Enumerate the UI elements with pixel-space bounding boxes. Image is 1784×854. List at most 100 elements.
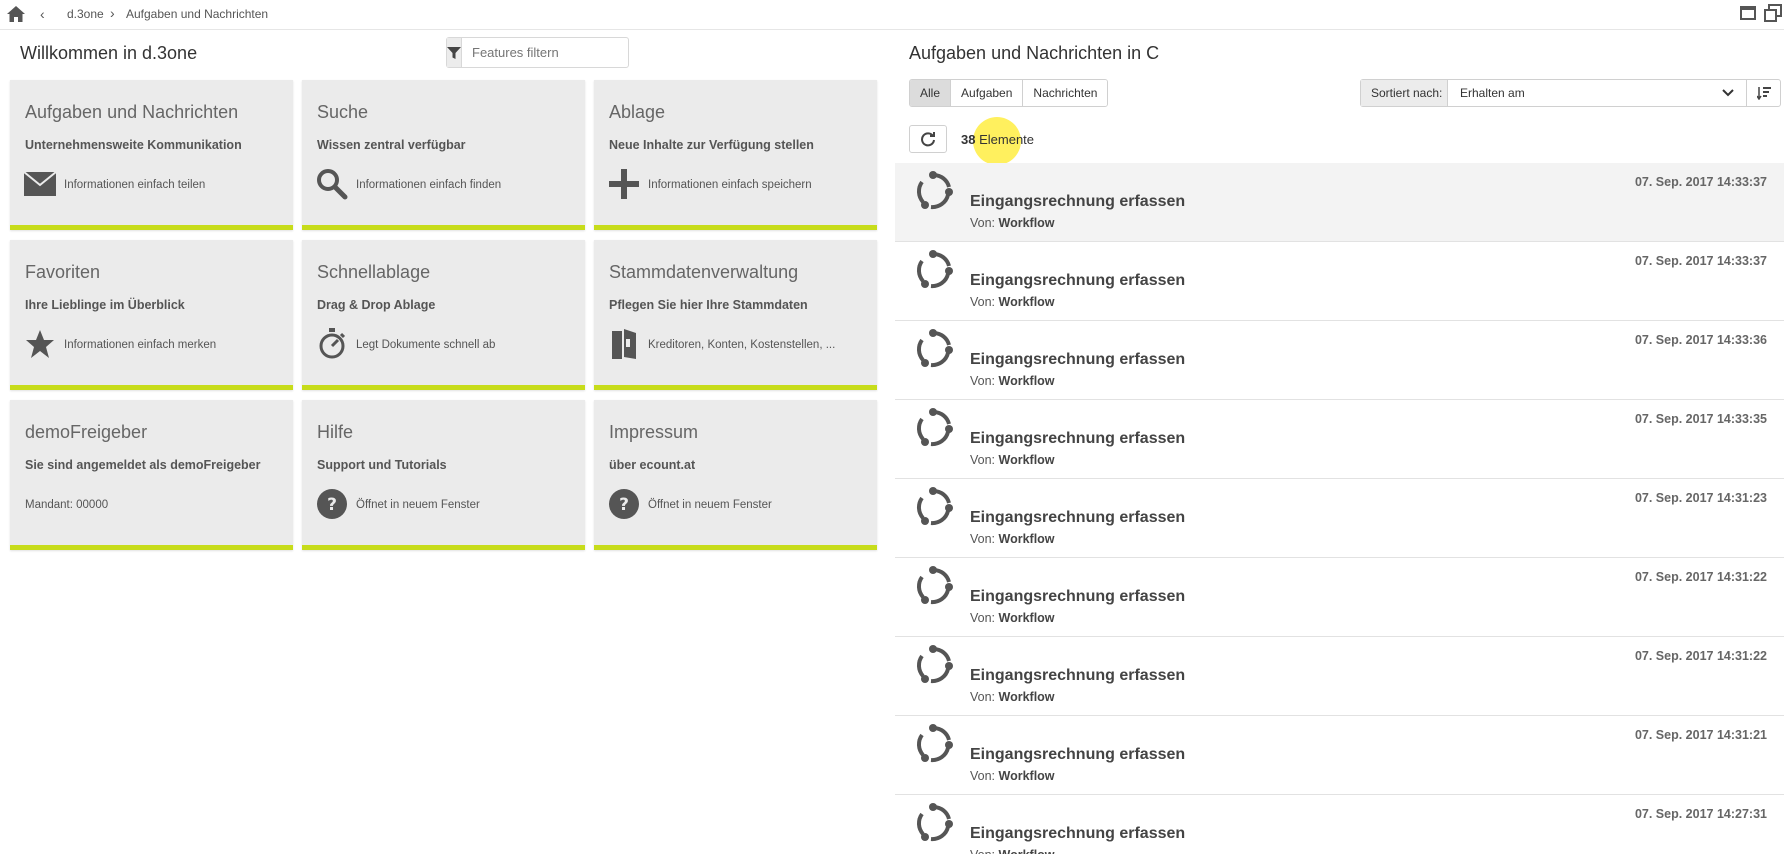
sort-select[interactable]: Erhalten am [1448, 80, 1746, 106]
back-chevron-icon[interactable]: ‹ [40, 6, 45, 22]
workflow-icon [913, 644, 955, 686]
tile-aufgaben[interactable]: Aufgaben und Nachrichten Unternehmenswei… [10, 80, 293, 230]
tile-title: demoFreigeber [25, 422, 148, 442]
task-title: Eingangsrechnung erfassen [970, 588, 1186, 605]
task-sender: Von: Workflow [970, 374, 1055, 388]
maximize-window-icon[interactable] [1740, 6, 1756, 20]
svg-text:?: ? [619, 495, 629, 515]
page-title: Willkommen in d.3one [20, 43, 198, 63]
tile-title: Impressum [609, 422, 699, 442]
plus-icon [608, 168, 640, 200]
tile-title: Aufgaben und Nachrichten [25, 102, 239, 122]
task-row[interactable]: Eingangsrechnung erfassen Von: Workflow 07… [895, 321, 1784, 400]
task-date: 07. Sep. 2017 14:31:21 [1634, 728, 1767, 742]
task-sender: Von: Workflow [970, 769, 1055, 783]
tile-text: Informationen einfach speichern [648, 179, 812, 191]
breadcrumb-item-d3one[interactable]: d.3one [67, 7, 104, 21]
workflow-icon [913, 723, 955, 765]
tab-nachrichten[interactable]: Nachrichten [1023, 80, 1108, 106]
breadcrumb-item-current: Aufgaben und Nachrichten [126, 7, 269, 21]
tile-schnellablage[interactable]: Schnellablage Drag & Drop Ablage Legt Do… [302, 240, 585, 390]
task-row[interactable]: Eingangsrechnung erfassen Von: Workflow 07… [895, 637, 1784, 716]
task-date: 07. Sep. 2017 14:33:35 [1634, 412, 1767, 426]
tile-favoriten[interactable]: Favoriten Ihre Lieblinge im Überblick In… [10, 240, 293, 390]
tile-subtitle: Sie sind angemeldet als demoFreigeber [25, 458, 261, 472]
tile-hilfe[interactable]: Hilfe Support und Tutorials ? Öffnet in … [302, 400, 585, 550]
task-title: Eingangsrechnung erfassen [970, 667, 1186, 684]
tile-subtitle: Drag & Drop Ablage [317, 298, 436, 312]
task-sender: Von: Workflow [970, 216, 1055, 230]
task-row[interactable]: Eingangsrechnung erfassen Von: Workflow 07… [895, 163, 1784, 242]
filter-icon[interactable] [447, 38, 462, 67]
stopwatch-icon [316, 328, 348, 360]
home-icon[interactable] [6, 5, 26, 23]
task-sender-label: Von: [970, 611, 996, 625]
tile-subtitle: Unternehmensweite Kommunikation [25, 138, 242, 152]
tile-title: Hilfe [317, 422, 354, 442]
task-sender-name: Workflow [998, 453, 1055, 467]
chevron-down-icon [1722, 80, 1734, 115]
tab-alle[interactable]: Alle [910, 80, 952, 106]
task-row[interactable]: Eingangsrechnung erfassen Von: Workflow 07… [895, 479, 1784, 558]
mail-icon [24, 168, 56, 200]
workflow-icon [913, 407, 955, 449]
workflow-icon [913, 328, 955, 370]
tile-ablage[interactable]: Ablage Neue Inhalte zur Verfügung stelle… [594, 80, 877, 230]
task-sender-name: Workflow [998, 690, 1055, 704]
tile-suche[interactable]: Suche Wissen zentral verfügbar Informati… [302, 80, 585, 230]
tile-text: Öffnet in neuem Fenster [356, 499, 480, 511]
svg-text:?: ? [327, 495, 337, 515]
restore-window-icon[interactable] [1764, 4, 1782, 22]
tile-impressum[interactable]: Impressum über ecount.at ? Öffnet in neu… [594, 400, 877, 550]
task-sender-label: Von: [970, 848, 995, 854]
search-icon [316, 168, 348, 200]
task-sender-name: Workflow [998, 611, 1055, 625]
workflow-icon [913, 249, 955, 291]
task-row[interactable]: Eingangsrechnung erfassen Von: Workflow 07… [895, 795, 1784, 854]
tile-title: Stammdatenverwaltung [609, 262, 799, 282]
workflow-icon [913, 565, 955, 607]
task-sender-label: Von: [970, 295, 996, 309]
tile-text: Legt Dokumente schnell ab [356, 339, 496, 351]
task-sender: Von: Workflow [970, 848, 1055, 854]
task-row[interactable]: Eingangsrechnung erfassen Von: Workflow 07… [895, 558, 1784, 637]
tab-aufgaben[interactable]: Aufgaben [951, 80, 1024, 106]
task-sender-name: Workflow [998, 295, 1055, 309]
breadcrumb-separator-icon: › [110, 5, 115, 21]
task-sender: Von: Workflow [970, 690, 1055, 704]
workflow-icon [913, 486, 955, 528]
tile-title: Favoriten [25, 262, 101, 282]
star-icon [24, 328, 56, 360]
task-sender-label: Von: [970, 769, 996, 783]
tile-subtitle: Neue Inhalte zur Verfügung stellen [609, 138, 814, 152]
tile-subtitle: Support und Tutorials [317, 458, 447, 472]
tile-text: Informationen einfach merken [64, 339, 217, 351]
sort-order-icon[interactable] [1746, 80, 1780, 106]
task-row[interactable]: Eingangsrechnung erfassen Von: Workflow 07… [895, 242, 1784, 321]
help-icon: ? [316, 488, 348, 520]
task-date: 07. Sep. 2017 14:33:36 [1634, 333, 1767, 347]
refresh-button[interactable] [909, 125, 947, 153]
task-sender: Von: Workflow [970, 453, 1055, 467]
task-title: Eingangsrechnung erfassen [970, 509, 1186, 526]
task-sender: Von: Workflow [970, 611, 1055, 625]
tile-text: Informationen einfach finden [356, 179, 502, 191]
task-sender-name: Workflow [998, 216, 1055, 230]
task-row[interactable]: Eingangsrechnung erfassen Von: Workflow 07… [895, 400, 1784, 479]
task-title: Eingangsrechnung erfassen [970, 746, 1186, 763]
tile-text: Kreditoren, Konten, Kostenstellen, ... [648, 339, 836, 351]
tile-user[interactable]: demoFreigeber Sie sind angemeldet als de… [10, 400, 293, 550]
tile-text: Öffnet in neuem Fenster [648, 499, 772, 511]
item-count: 38 Elemente [961, 132, 1034, 147]
task-row[interactable]: Eingangsrechnung erfassen Von: Workflow 07… [895, 716, 1784, 795]
tile-text: Informationen einfach teilen [64, 179, 206, 191]
task-sender: Von: Workflow [970, 532, 1055, 546]
top-bar: ‹ d.3one › Aufgaben und Nachrichten [0, 0, 1784, 30]
task-date: 07. Sep. 2017 14:31:23 [1634, 491, 1767, 505]
tile-text: Mandant: 00000 [25, 499, 109, 511]
feature-filter-input[interactable] [462, 38, 648, 67]
tile-stammdaten[interactable]: Stammdatenverwaltung Pflegen Sie hier Ih… [594, 240, 877, 390]
workflow-icon [913, 802, 955, 844]
item-count-number: 38 [961, 132, 976, 147]
task-date: 07. Sep. 2017 14:31:22 [1634, 570, 1767, 584]
